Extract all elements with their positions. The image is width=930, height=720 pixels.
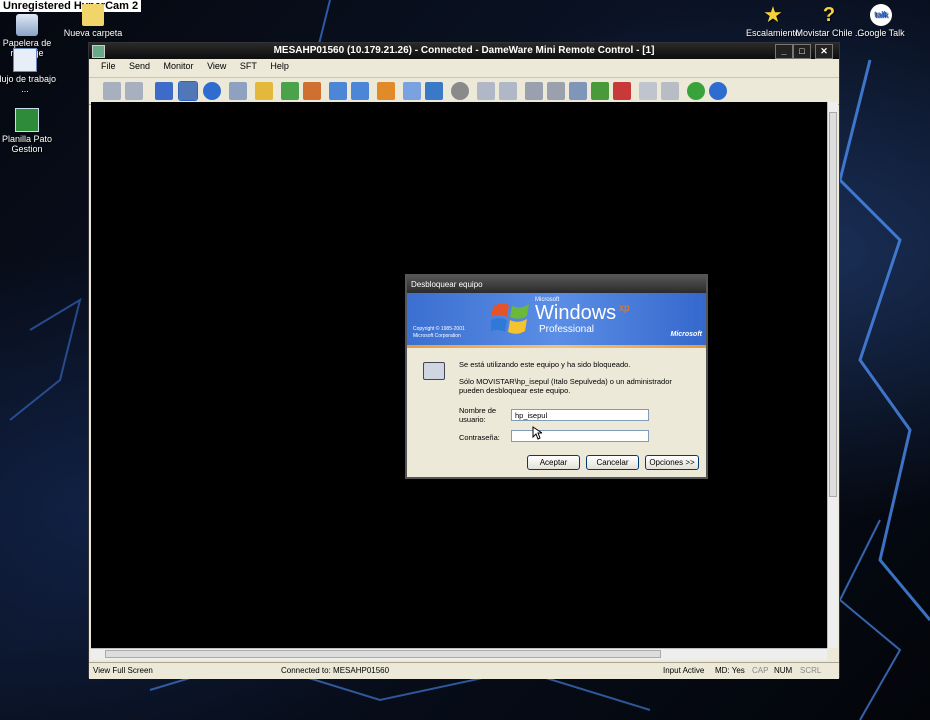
options-button[interactable]: Opciones >>	[645, 455, 699, 470]
scroll-thumb[interactable]	[829, 112, 837, 497]
copyright-line: Microsoft Corporation	[413, 333, 461, 339]
folder-icon	[82, 4, 104, 26]
send-icon[interactable]	[499, 82, 517, 100]
unlock-dialog: Desbloquear equipo Microsoft Windows xp …	[405, 274, 708, 479]
desktop-icon-planilla[interactable]: Planilla Pato Gestion	[0, 108, 62, 154]
desktop-icon-label: Google Talk	[857, 28, 905, 38]
menu-sft[interactable]: SFT	[240, 61, 257, 71]
globe-icon[interactable]	[451, 82, 469, 100]
delete-icon[interactable]	[569, 82, 587, 100]
screen-icon[interactable]	[303, 82, 321, 100]
star-icon: ★	[763, 2, 783, 27]
brand-professional: Professional	[539, 324, 595, 335]
info-icon[interactable]	[687, 82, 705, 100]
accept-button[interactable]: Aceptar	[527, 455, 580, 470]
status-input: Input Active	[663, 666, 705, 675]
menu-send[interactable]: Send	[129, 61, 150, 71]
status-num: NUM	[774, 666, 793, 675]
banner-stripe	[407, 345, 706, 348]
menu-help[interactable]: Help	[270, 61, 289, 71]
network-icon[interactable]	[229, 82, 247, 100]
horizontal-scrollbar[interactable]	[91, 648, 827, 660]
username-label: Nombre de	[459, 406, 497, 415]
window-title: MESAHP01560 (10.179.21.26) - Connected -…	[273, 45, 655, 56]
close-button[interactable]: ✕	[815, 44, 833, 59]
excel-icon	[15, 108, 39, 132]
remote-control-icon[interactable]	[155, 82, 173, 100]
windows-flag-icon	[491, 303, 529, 334]
menu-view[interactable]: View	[207, 61, 226, 71]
brand-windows: Windows	[535, 302, 617, 324]
desktop-icon-label: Nueva carpeta	[63, 28, 123, 38]
scroll-thumb[interactable]	[105, 650, 661, 658]
window-titlebar[interactable]: MESAHP01560 (10.179.21.26) - Connected -…	[89, 43, 839, 59]
minimize-button[interactable]: _	[775, 44, 793, 59]
status-bar: View Full Screen Connected to: MESAHP015…	[89, 662, 839, 679]
desktop-icon-label: Escalamiento	[745, 28, 801, 38]
copyright-line: Copyright © 1985-2001	[413, 326, 465, 332]
app-icon	[92, 45, 105, 58]
fullscreen-icon[interactable]	[377, 82, 395, 100]
grid-icon[interactable]	[403, 82, 421, 100]
desktop-icon-label: Flujo de trabajo ...	[0, 74, 57, 94]
settings-icon[interactable]	[425, 82, 443, 100]
recycle-bin-icon	[16, 14, 38, 36]
vertical-scrollbar[interactable]	[827, 102, 838, 648]
status-connected: Connected to: MESAHP01560	[281, 666, 390, 675]
desktop-icon-folder[interactable]: Nueva carpeta	[58, 4, 128, 38]
refresh-icon[interactable]	[281, 82, 299, 100]
green-pc-icon[interactable]	[591, 82, 609, 100]
cancel-button[interactable]: Cancelar	[586, 455, 639, 470]
username-field[interactable]: hp_isepul	[511, 409, 649, 421]
windows-xp-banner: Microsoft Windows xp Professional Copyri…	[407, 293, 706, 348]
print-icon[interactable]	[477, 82, 495, 100]
computer-lock-icon	[423, 362, 445, 380]
pointer-icon[interactable]	[351, 82, 369, 100]
unlock-permission-line: Sólo MOVISTAR\hp_isepul (Italo Sepulveda…	[459, 377, 672, 386]
google-talk-icon: talk	[870, 4, 892, 26]
help-icon[interactable]	[709, 82, 727, 100]
document-icon	[13, 48, 37, 72]
menubar: File Send Monitor View SFT Help	[89, 59, 839, 78]
help-icon: ?	[822, 4, 836, 26]
disconnect-icon[interactable]	[125, 82, 143, 100]
move-icon[interactable]	[203, 82, 221, 100]
tools-icon[interactable]	[547, 82, 565, 100]
desktop-icon-label: Planilla Pato Gestion	[1, 134, 53, 154]
red-pc-icon[interactable]	[613, 82, 631, 100]
unlock-icon[interactable]	[661, 82, 679, 100]
window-icon[interactable]	[639, 82, 657, 100]
toolbar	[89, 78, 839, 105]
status-md: MD: Yes	[715, 666, 745, 675]
desktop-icon-flujo[interactable]: Flujo de trabajo ...	[0, 48, 60, 94]
status-cap: CAP	[752, 666, 769, 675]
view-only-icon[interactable]	[178, 81, 198, 101]
menu-monitor[interactable]: Monitor	[164, 61, 194, 71]
username-label: usuario:	[459, 415, 486, 424]
password-label: Contraseña:	[459, 433, 500, 442]
desktop-icon-gtalk[interactable]: talk Google Talk	[846, 4, 916, 38]
menu-file[interactable]: File	[101, 61, 116, 71]
locked-message: Se está utilizando este equipo y ha sido…	[459, 360, 631, 369]
connect-icon[interactable]	[103, 82, 121, 100]
select-icon[interactable]	[329, 82, 347, 100]
wrench-icon[interactable]	[525, 82, 543, 100]
status-scrl: SCRL	[800, 666, 822, 675]
microsoft-logo: Microsoft	[670, 331, 703, 338]
dialog-title[interactable]: Desbloquear equipo	[407, 276, 706, 293]
brand-xp: xp	[619, 303, 630, 314]
mouse-cursor-icon	[532, 426, 542, 440]
status-view-full-screen: View Full Screen	[93, 666, 153, 675]
copyright: Copyright © 1985-2001 Microsoft Corporat…	[413, 326, 465, 340]
unlock-permission-line: pueden desbloquear este equipo.	[459, 386, 571, 395]
lock-icon[interactable]	[255, 82, 273, 100]
maximize-button[interactable]: □	[793, 44, 811, 59]
